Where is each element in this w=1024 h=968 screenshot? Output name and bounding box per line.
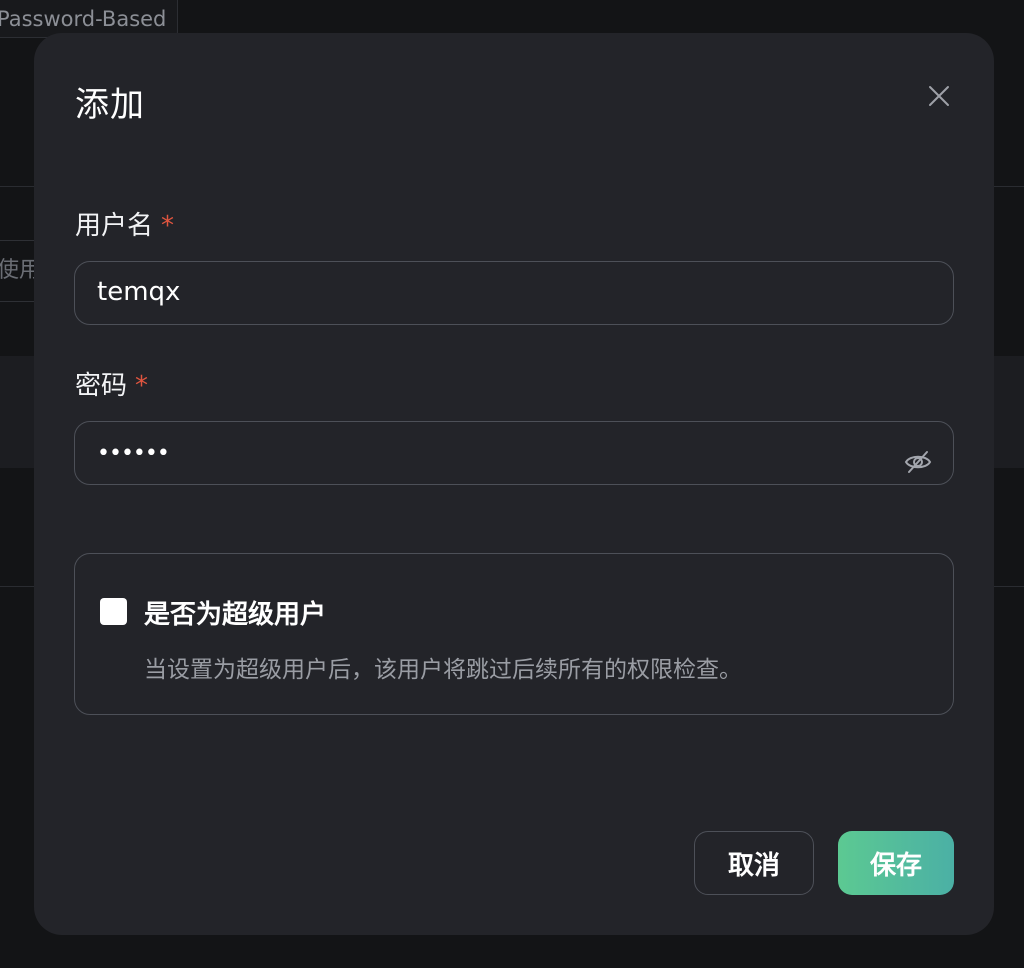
superuser-option: 是否为超级用户 当设置为超级用户后，该用户将跳过后续所有的权限检查。 — [74, 553, 954, 715]
password-visibility-toggle[interactable] — [903, 439, 933, 473]
eye-slash-icon — [904, 451, 932, 473]
password-label-text: 密码 — [75, 371, 128, 401]
username-input[interactable]: temqx — [74, 261, 954, 325]
required-mark: * — [161, 211, 175, 241]
close-icon — [929, 86, 949, 106]
add-user-dialog: 添加 用户名 * temqx 密码 * •••••• 是否为超级用户 当设置为超级用… — [34, 33, 994, 935]
cancel-button[interactable]: 取消 — [694, 831, 814, 895]
save-button[interactable]: 保存 — [838, 831, 954, 895]
username-value: temqx — [97, 277, 181, 307]
superuser-checkbox[interactable] — [100, 598, 127, 625]
password-value: •••••• — [97, 441, 170, 466]
username-label: 用户名 * — [75, 205, 174, 242]
superuser-label[interactable]: 是否为超级用户 — [144, 594, 326, 631]
password-label: 密码 * — [75, 365, 148, 402]
dialog-title: 添加 — [75, 85, 145, 125]
required-mark: * — [135, 371, 149, 401]
username-label-text: 用户名 — [75, 211, 154, 241]
superuser-description: 当设置为超级用户后，该用户将跳过后续所有的权限检查。 — [144, 657, 742, 683]
close-button[interactable] — [924, 81, 954, 111]
password-input[interactable]: •••••• — [74, 421, 954, 485]
